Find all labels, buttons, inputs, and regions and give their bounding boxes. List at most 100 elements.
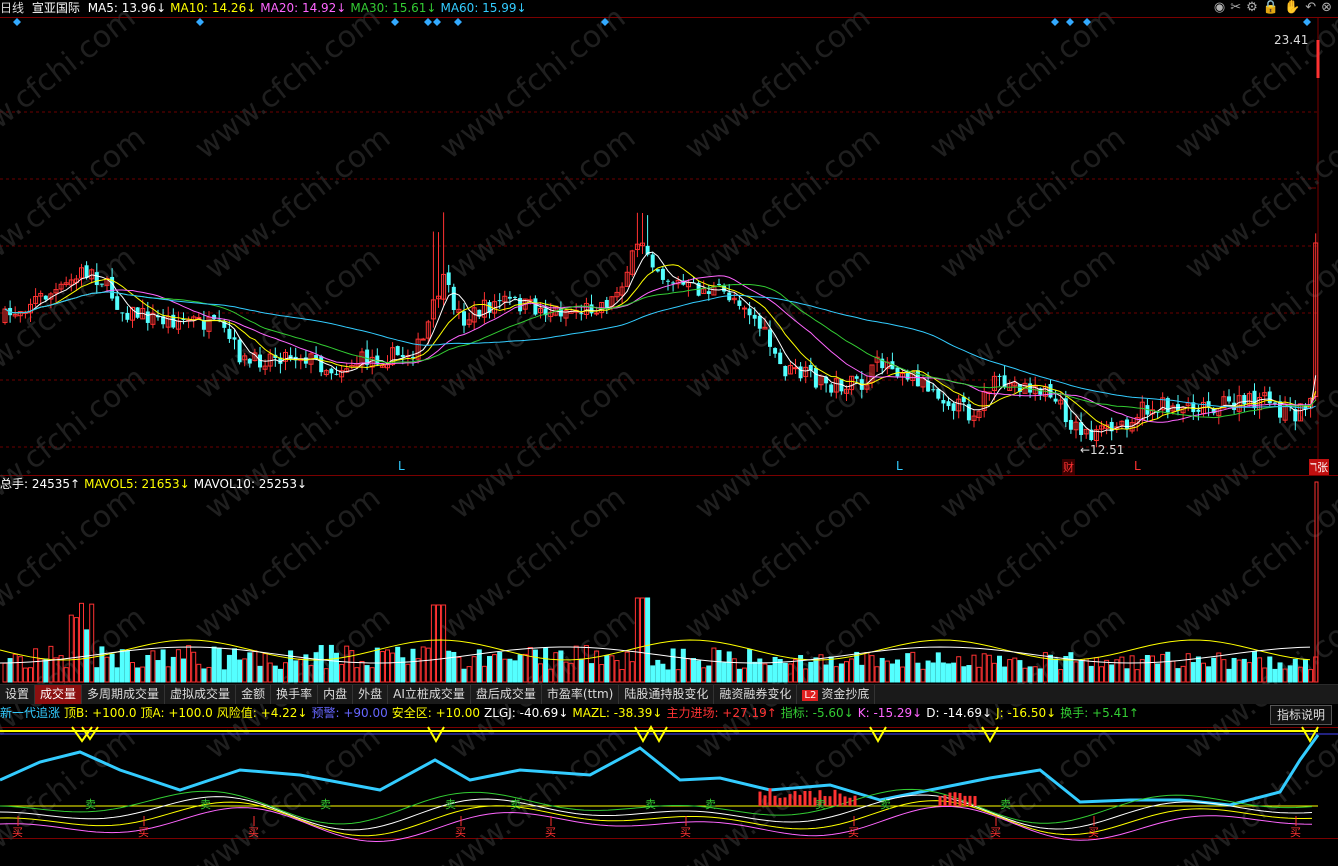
tab-0[interactable]: 设置 [0,685,36,704]
volume-bar [420,646,426,683]
volume-bar [140,666,146,683]
rise-limit-marker[interactable]: ℸ张 [1309,459,1330,475]
volume-bar [823,664,829,683]
buy-signal: 买 [1088,826,1099,839]
signal-marker-l: L [398,459,405,473]
tab-4[interactable]: 金额 [236,685,272,704]
volume-bar [405,663,411,683]
volume-bar [838,663,844,683]
candle-body [1242,395,1247,405]
candle-body [895,367,900,377]
volume-bar [895,659,900,683]
indicator-legend-item: 预警: +90.00 [311,706,388,720]
volume-bar [900,666,906,683]
candle-body [462,311,466,326]
finance-marker[interactable]: 财 [1062,459,1075,475]
tab-2[interactable]: 多周期成交量 [82,685,166,704]
signal-diamond [13,18,21,26]
l2-badge: L2 [802,690,819,701]
tab-5[interactable]: 换手率 [271,685,319,704]
indicator-legend-item: 新一代追涨 [0,706,61,720]
volume-bar [293,660,299,683]
candle-body [227,328,232,339]
candle-body [783,365,788,377]
volume-bar [1099,666,1104,683]
volume-bar [165,666,171,683]
tab-6[interactable]: 内盘 [318,685,354,704]
volume-bar [951,662,957,683]
indicator-legend-item: 主力进场: +27.19↑ [666,706,777,720]
candle-body [1272,402,1277,404]
volume-bar [99,646,105,683]
stock-chart[interactable]: www.cfchi.com www.cfchi.com www.cfchi.com w… [0,0,1338,866]
watermark-text: www.cfchi.com [0,720,142,866]
low-price-label: ←12.51 [1080,443,1125,457]
tab-12[interactable]: 融资融券变化 [714,685,798,704]
volume-bar [833,666,839,683]
candle-body [451,286,456,311]
candle-body [747,308,752,316]
signal-diamond [196,18,204,26]
volume-bar [624,651,630,683]
volume-bar [502,658,508,683]
volume-bar [364,665,370,683]
candle-body [798,366,803,379]
sell-signal: 卖 [1000,798,1011,811]
sell-signal: 卖 [445,798,456,811]
volume-bar [1109,664,1115,683]
volume-bar [456,656,462,683]
volume-bar [181,658,186,683]
candle-body [737,300,742,306]
candle-body [1206,401,1211,407]
candle-body [773,348,778,354]
candle-body [395,346,400,356]
tab-10[interactable]: 市盈率(ttm) [542,685,620,704]
volume-bar [1119,656,1125,683]
signal-marker-l: L [1134,459,1141,473]
buy-signal: 买 [680,826,691,839]
volume-bar [706,665,712,683]
volume-bar [543,647,549,683]
buy-signal: 买 [455,826,466,839]
candle-body [125,312,130,320]
tab-9[interactable]: 盘后成交量 [471,685,542,704]
volume-bar [691,658,696,683]
indicator-legend-item: J: -16.50↓ [996,706,1057,720]
volume-bar [1165,651,1171,683]
volume-bar [874,666,880,683]
tab-1[interactable]: 成交量 [35,685,83,704]
signal-diamond [1303,18,1311,26]
tab-8[interactable]: AI立桩成交量 [388,685,471,704]
tab-7[interactable]: 外盘 [353,685,389,704]
indicator-legend-item: 顶A: +100.0 [140,706,213,720]
indicator-line [0,805,1313,843]
tab-3[interactable]: 虚拟成交量 [165,685,237,704]
volume-bar [614,660,620,683]
volume-bar [1190,662,1196,683]
volume-bar [859,664,865,683]
volume-bar [487,655,492,683]
candle-body [232,337,237,340]
volume-bar [1175,668,1181,683]
volume-bar [966,665,972,683]
volume-bar [226,654,232,683]
watermark-text: www.cfchi.com [1168,0,1338,166]
volume-bar [1002,666,1008,683]
volume-bar [328,644,334,683]
tab-11[interactable]: 陆股通持股变化 [619,685,715,704]
candle-body [145,311,150,323]
volume-bar [272,665,278,683]
volume-bar [1241,658,1247,683]
indicator-legend-item: D: -14.69↓ [926,706,993,720]
volume-bar [334,652,339,683]
volume-bar [145,654,151,683]
candle-body [666,280,670,282]
volume-bar [1144,654,1150,683]
volume-bar [1201,662,1206,683]
volume-bar [782,662,788,683]
sell-signal: 卖 [510,798,521,811]
volume-bar [808,661,814,683]
indicator-help-button[interactable]: 指标说明 [1269,705,1332,725]
volume-bar [313,652,319,683]
tab-l2-fund[interactable]: L2 资金抄底 [797,685,876,704]
